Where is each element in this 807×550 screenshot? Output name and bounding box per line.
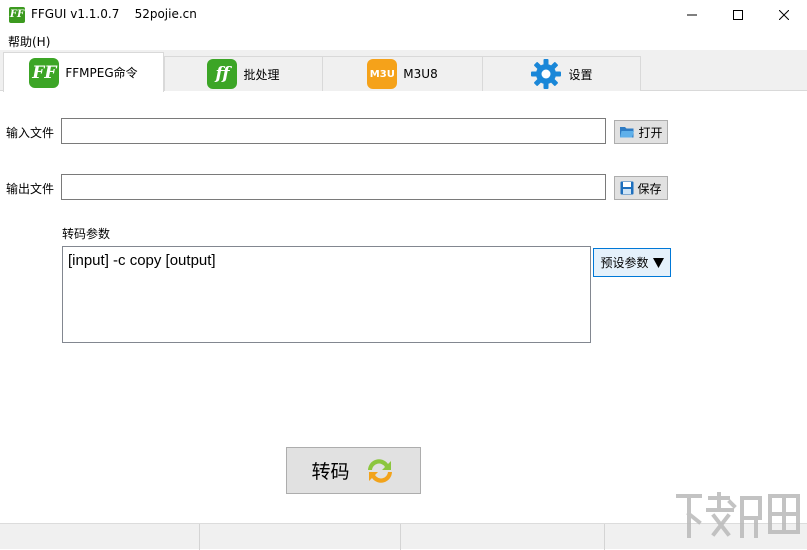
preset-params-button[interactable]: 预设参数 (593, 248, 671, 277)
gear-icon (530, 58, 562, 90)
maximize-icon (733, 10, 743, 20)
folder-open-icon (620, 127, 635, 138)
window-title: FFGUI v1.1.0.7 52pojie.cn (31, 7, 197, 21)
app-icon: FF (9, 7, 25, 23)
tab-batch[interactable]: ff 批处理 (164, 56, 323, 91)
params-textarea[interactable]: [input] -c copy [output] (62, 246, 591, 343)
output-file-field[interactable] (61, 174, 606, 200)
dropdown-arrow-icon (652, 257, 664, 268)
title-bar: FF FFGUI v1.1.0.7 52pojie.cn (0, 0, 807, 30)
input-file-field[interactable] (61, 118, 606, 144)
open-button-label: 打开 (638, 125, 663, 140)
params-label: 转码参数 (62, 227, 111, 241)
open-button[interactable]: 打开 (614, 120, 668, 144)
tab-label: 批处理 (243, 67, 280, 82)
close-button[interactable] (761, 0, 807, 30)
floppy-save-icon (620, 181, 634, 195)
m3u-icon: M3U (367, 59, 398, 89)
tab-label: 设置 (568, 67, 593, 82)
status-segment (0, 524, 200, 550)
close-icon (779, 10, 789, 20)
input-file-label: 输入文件 (6, 126, 55, 140)
preset-params-label: 预设参数 (600, 256, 649, 270)
minimize-icon (687, 14, 697, 16)
tab-label: M3U8 (403, 67, 438, 81)
refresh-arrows-icon (367, 458, 392, 483)
menu-help[interactable]: 帮助(H) (6, 33, 52, 50)
output-file-label: 输出文件 (6, 182, 55, 196)
minimize-button[interactable] (669, 0, 715, 30)
maximize-button[interactable] (715, 0, 761, 30)
menu-bar: 帮助(H) (0, 30, 807, 50)
ff-batch-icon: ff (207, 59, 238, 89)
status-segment (200, 524, 401, 550)
convert-button-label: 转码 (311, 461, 350, 483)
tab-settings[interactable]: 设置 (482, 56, 641, 91)
status-bar (0, 523, 807, 550)
status-segment (401, 524, 605, 550)
convert-button[interactable]: 转码 (286, 447, 421, 494)
tab-m3u8[interactable]: M3U M3U8 (322, 56, 483, 91)
save-button-label: 保存 (637, 181, 662, 196)
tab-strip: FF FFMPEG命令 ff 批处理 M3U M3U8 设置 (0, 50, 807, 92)
tab-ffmpeg[interactable]: FF FFMPEG命令 (3, 52, 164, 92)
tab-label: FFMPEG命令 (65, 66, 138, 80)
ff-logo-icon: FF (29, 57, 60, 88)
save-button[interactable]: 保存 (614, 176, 668, 200)
